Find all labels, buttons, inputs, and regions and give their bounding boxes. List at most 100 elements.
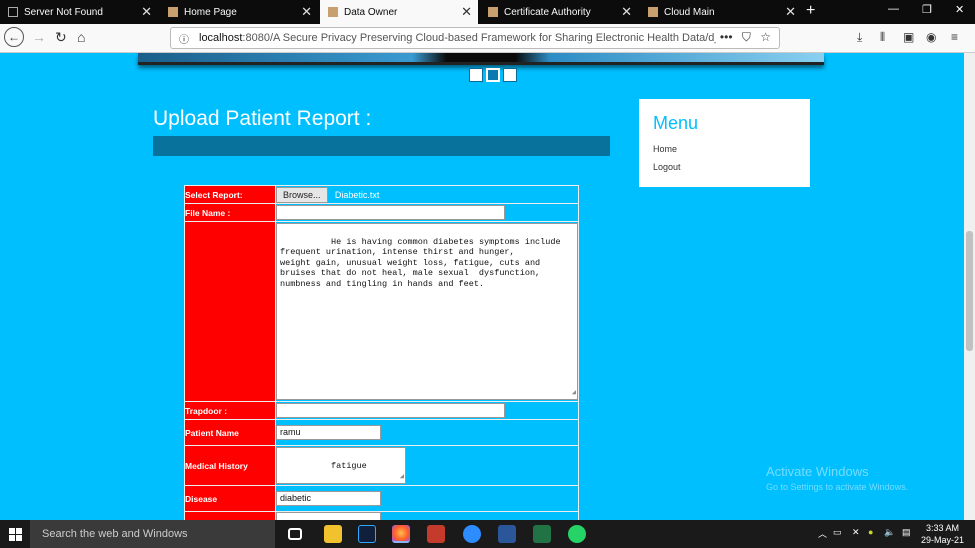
side-menu: Menu Home Logout: [639, 99, 810, 187]
browse-button[interactable]: Browse...: [276, 186, 328, 203]
word-icon[interactable]: [498, 525, 516, 543]
tab-title: Server Not Found: [24, 6, 103, 18]
taskbar-search-box[interactable]: Search the web and Windows: [30, 520, 275, 548]
reload-icon[interactable]: ↻: [55, 29, 67, 46]
tab-cloud-main[interactable]: Cloud Main ✕: [640, 0, 802, 24]
select-report-cell: Browse... Diabetic.txt: [275, 185, 579, 204]
trapdoor-cell: [275, 401, 579, 420]
sidebar-icon[interactable]: ▣: [903, 30, 914, 44]
notification-icon[interactable]: ▤: [902, 527, 911, 538]
app-tray-icon[interactable]: ●: [868, 527, 873, 537]
scrollbar-thumb[interactable]: [966, 231, 973, 351]
file-name-cell: [275, 203, 579, 222]
download-icon[interactable]: ⤓: [857, 30, 862, 45]
menu-item-home[interactable]: Home: [653, 140, 796, 158]
account-icon[interactable]: ◉: [926, 30, 936, 44]
minimize-icon[interactable]: —: [888, 3, 899, 15]
bookmark-star-icon[interactable]: ☆: [760, 30, 771, 44]
resize-grip-icon[interactable]: ◢: [572, 388, 576, 399]
page-icon: [488, 7, 498, 17]
next-field-input[interactable]: [276, 512, 381, 520]
volume-icon[interactable]: 🔈: [884, 527, 895, 538]
activate-windows-watermark: Activate Windows Go to Settings to activ…: [766, 464, 908, 492]
network-icon[interactable]: ✕: [852, 527, 860, 538]
url-host: localhost: [199, 32, 243, 44]
tab-title: Certificate Authority: [504, 6, 591, 18]
slider-dot[interactable]: [469, 68, 483, 82]
medical-history-textarea[interactable]: fatigue ◢: [276, 447, 406, 484]
disease-label: Disease: [184, 485, 276, 512]
url-path: :8080/A Secure Privacy Preserving Cloud-…: [242, 32, 767, 44]
select-report-label: Select Report:: [184, 185, 276, 204]
file-name-input[interactable]: [276, 205, 505, 220]
page-icon: [648, 7, 658, 17]
tab-title: Home Page: [184, 6, 237, 18]
more-icon[interactable]: •••: [720, 30, 733, 44]
home-icon[interactable]: ⌂: [77, 29, 85, 45]
watermark-subtitle: Go to Settings to activate Windows.: [766, 482, 909, 492]
firefox-icon[interactable]: [392, 525, 410, 543]
clock-time: 3:33 AM: [926, 523, 960, 533]
trapdoor-input[interactable]: [276, 403, 505, 418]
vertical-scrollbar[interactable]: [964, 53, 975, 520]
windows-taskbar: Search the web and Windows ︿ ▭ ✕ ● 🔈 ▤ 3…: [0, 520, 975, 548]
menu-icon[interactable]: ≡: [951, 30, 958, 44]
slider-dot-active[interactable]: [486, 68, 500, 82]
zoom-icon[interactable]: [463, 525, 481, 543]
page-icon: [8, 7, 18, 17]
whatsapp-icon[interactable]: [568, 525, 586, 543]
report-content-text: He is having common diabetes symptoms in…: [280, 236, 561, 289]
taskbar-search-text: Search the web and Windows: [42, 528, 188, 540]
title-underline-bar: [153, 136, 610, 156]
file-explorer-icon[interactable]: [324, 525, 342, 543]
back-icon[interactable]: ←: [4, 27, 24, 47]
page-viewport: Upload Patient Report : Menu Home Logout…: [0, 53, 975, 520]
tab-certificate-authority[interactable]: Certificate Authority ✕: [480, 0, 638, 24]
menu-item-logout[interactable]: Logout: [653, 158, 796, 176]
file-name-label: File Name :: [184, 203, 276, 222]
url-actions: ••• ⛉ ☆: [715, 30, 771, 45]
close-icon[interactable]: ✕: [141, 4, 152, 20]
library-icon[interactable]: ⫴: [880, 30, 885, 45]
tab-home-page[interactable]: Home Page ✕: [160, 0, 318, 24]
battery-icon[interactable]: ▭: [833, 527, 842, 538]
winrar-icon[interactable]: [427, 525, 445, 543]
slider-dot[interactable]: [503, 68, 517, 82]
close-icon[interactable]: ✕: [785, 4, 796, 20]
disease-input[interactable]: diabetic: [276, 491, 381, 506]
browser-nav-bar: ← → ↻ ⌂ ⓘ localhost:8080/A Secure Privac…: [0, 24, 975, 53]
report-content-textarea[interactable]: He is having common diabetes symptoms in…: [276, 223, 578, 400]
tab-server-not-found[interactable]: Server Not Found ✕: [0, 0, 158, 24]
photoshop-icon[interactable]: [358, 525, 376, 543]
tab-title: Data Owner: [344, 6, 398, 18]
tray-chevron-icon[interactable]: ︿: [818, 527, 827, 540]
info-icon[interactable]: ⓘ: [179, 31, 189, 46]
windows-start-icon[interactable]: [9, 528, 22, 541]
close-window-icon[interactable]: ✕: [955, 3, 964, 16]
close-icon[interactable]: ✕: [301, 4, 312, 20]
forward-icon[interactable]: →: [32, 29, 46, 45]
resize-grip-icon[interactable]: ◢: [400, 472, 404, 483]
close-icon[interactable]: ✕: [621, 4, 632, 20]
clock-date: 29-May-21: [921, 535, 965, 545]
url-bar[interactable]: ⓘ localhost:8080/A Secure Privacy Preser…: [170, 27, 780, 49]
excel-icon[interactable]: [533, 525, 551, 543]
close-icon[interactable]: ✕: [461, 4, 472, 20]
taskbar-clock[interactable]: 3:33 AM 29-May-21: [921, 522, 964, 546]
tab-data-owner[interactable]: Data Owner ✕: [320, 0, 478, 24]
medical-history-cell: fatigue ◢: [275, 445, 579, 486]
pocket-icon[interactable]: ⛉: [742, 30, 751, 44]
medical-history-text: fatigue: [331, 460, 367, 471]
patient-name-input[interactable]: ramu: [276, 425, 381, 440]
new-tab-icon[interactable]: +: [806, 2, 815, 20]
restore-icon[interactable]: ❐: [922, 3, 932, 16]
page-icon: [168, 7, 178, 17]
header-banner: [138, 53, 824, 65]
watermark-title: Activate Windows: [766, 464, 869, 479]
next-field-label: [184, 511, 276, 520]
selected-file-name: Diabetic.txt: [334, 189, 380, 200]
page-icon: [328, 7, 338, 17]
task-view-icon[interactable]: [288, 528, 302, 540]
disease-cell: diabetic: [275, 485, 579, 512]
content-cell: He is having common diabetes symptoms in…: [275, 221, 579, 402]
